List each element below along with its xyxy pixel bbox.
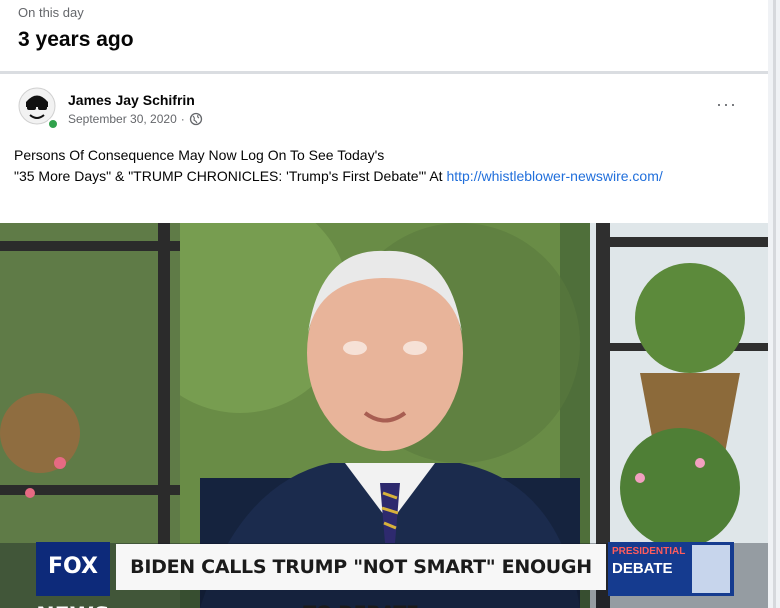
- meta-separator: ·: [180, 112, 185, 126]
- author-name[interactable]: James Jay Schifrin: [68, 92, 195, 108]
- more-options-button[interactable]: ···: [716, 94, 737, 115]
- post-text-line2-prefix: "35 More Days" & "TRUMP CHRONICLES: 'Tru…: [14, 168, 447, 184]
- debate-thumbnail: [692, 545, 730, 593]
- memory-kicker: On this day: [18, 5, 84, 20]
- debate-word: DEBATE: [612, 560, 673, 577]
- memory-title: 3 years ago: [18, 28, 134, 51]
- lower-third: FOX NEWS BIDEN CALLS TRUMP "NOT SMART" E…: [36, 542, 734, 608]
- section-divider: [0, 71, 768, 74]
- post-text-line1: Persons Of Consequence May Now Log On To…: [14, 147, 385, 163]
- post-meta: September 30, 2020 ·: [68, 112, 203, 126]
- scrollbar[interactable]: [773, 0, 776, 608]
- post-text: Persons Of Consequence May Now Log On To…: [14, 145, 714, 187]
- post-link[interactable]: http://whistleblower-newswire.com/: [446, 168, 662, 184]
- debate-kicker: PRESIDENTIAL: [612, 546, 686, 557]
- globe-icon: [189, 112, 202, 126]
- debate-badge: PRESIDENTIAL DEBATE: [608, 542, 734, 596]
- video-chyron: BIDEN CALLS TRUMP "NOT SMART" ENOUGH TO …: [116, 544, 606, 608]
- memory-header: On this day 3 years ago: [0, 0, 768, 72]
- post-date[interactable]: September 30, 2020: [68, 112, 177, 126]
- post-text-line2: "35 More Days" & "TRUMP CHRONICLES: 'Tru…: [14, 166, 714, 187]
- video-player[interactable]: FOX NEWS BIDEN CALLS TRUMP "NOT SMART" E…: [0, 223, 768, 608]
- online-status-dot: [47, 118, 59, 130]
- fox-news-logo: FOX NEWS: [36, 542, 110, 608]
